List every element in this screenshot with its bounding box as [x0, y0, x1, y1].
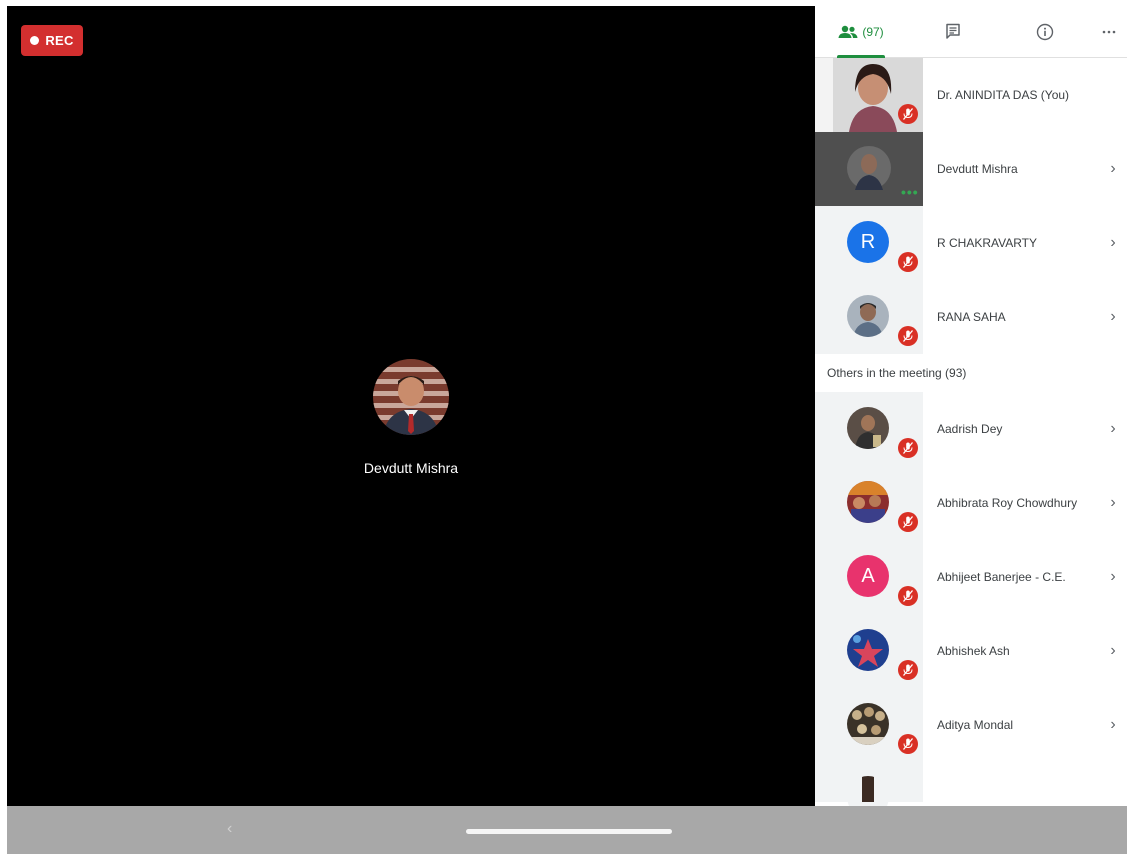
others-section-label: Others in the meeting (93)	[815, 354, 1127, 392]
recording-label: REC	[45, 33, 74, 48]
chevron-right-icon[interactable]: ›	[1099, 716, 1127, 734]
active-speaker: Devdutt Mishra	[337, 359, 485, 476]
meeting-window: REC Devdutt Mishra (97) Dr. ANINDITA DAS…	[7, 6, 1127, 806]
participant-name: R CHAKRAVARTY	[937, 236, 1038, 250]
participant-row[interactable]: Abhibrata Roy Chowdhury ›	[815, 466, 1127, 540]
participant-row[interactable]: Aditya Mondal ›	[815, 688, 1127, 762]
mic-off-icon	[898, 438, 918, 458]
participant-name: Dr. ANINDITA DAS (You)	[937, 88, 1070, 102]
more-icon	[1102, 30, 1116, 33]
participant-thumb	[815, 392, 923, 466]
participant-video-thumb	[815, 58, 923, 132]
avatar	[847, 295, 889, 337]
speaker-name: Devdutt Mishra	[363, 460, 459, 476]
avatar: R	[847, 221, 889, 263]
mic-off-icon	[898, 326, 918, 346]
avatar: A	[847, 555, 889, 597]
participant-name: Aadrish Dey	[937, 422, 1003, 436]
chevron-right-icon[interactable]: ›	[1099, 494, 1127, 512]
participant-thumb	[815, 614, 923, 688]
record-dot-icon	[30, 36, 40, 45]
avatar	[847, 776, 889, 806]
participant-name: Abhijeet Banerjee - C.E.	[937, 570, 1066, 584]
back-chevron-icon[interactable]: ‹	[227, 820, 232, 838]
participant-row[interactable]: Aadrish Dey ›	[815, 392, 1127, 466]
participant-video-thumb: •••	[815, 132, 923, 206]
participant-row[interactable]: R R CHAKRAVARTY ›	[815, 206, 1127, 280]
tab-people[interactable]: (97)	[815, 6, 907, 58]
participant-name: Abhishek Ash	[937, 644, 1010, 658]
participant-name: Devdutt Mishra	[937, 162, 1018, 176]
participant-thumb: R	[815, 206, 923, 280]
participant-row[interactable]: Abhishek Ash ›	[815, 614, 1127, 688]
chevron-right-icon[interactable]: ›	[1099, 420, 1127, 438]
participant-row[interactable]: RANA SAHA ›	[815, 280, 1127, 354]
avatar	[847, 703, 889, 745]
panel-tabs: (97)	[815, 6, 1127, 58]
mic-off-icon	[898, 586, 918, 606]
participant-name: RANA SAHA	[937, 310, 1006, 324]
participant-row-partial[interactable]	[815, 762, 1127, 806]
mic-off-icon	[898, 512, 918, 532]
mic-off-icon	[898, 104, 918, 124]
people-count: (97)	[862, 24, 884, 39]
participant-thumb	[815, 762, 923, 806]
chevron-right-icon[interactable]: ›	[1099, 308, 1127, 326]
tab-info[interactable]	[999, 6, 1091, 58]
participant-thumb	[815, 688, 923, 762]
participant-row[interactable]: ••• Devdutt Mishra ›	[815, 132, 1127, 206]
tab-chat[interactable]	[907, 6, 999, 58]
participant-thumb: A	[815, 540, 923, 614]
chevron-right-icon[interactable]: ›	[1099, 160, 1127, 178]
mic-off-icon	[898, 252, 918, 272]
avatar	[847, 629, 889, 671]
participant-name: Abhibrata Roy Chowdhury	[937, 496, 1078, 510]
chevron-right-icon[interactable]: ›	[1099, 642, 1127, 660]
avatar	[847, 407, 889, 449]
chat-icon	[946, 23, 960, 39]
participant-row[interactable]: Dr. ANINDITA DAS (You)	[815, 58, 1127, 132]
participants-panel: (97) Dr. ANINDITA DAS (You) ••• Devdutt …	[815, 6, 1127, 806]
mic-off-icon	[898, 660, 918, 680]
chevron-right-icon[interactable]: ›	[1099, 568, 1127, 586]
participant-row[interactable]: A Abhijeet Banerjee - C.E. ›	[815, 540, 1127, 614]
home-gesture-pill[interactable]	[466, 829, 672, 834]
participant-thumb	[815, 466, 923, 540]
more-options-button[interactable]	[1091, 6, 1127, 58]
chevron-right-icon[interactable]: ›	[1099, 234, 1127, 252]
main-video-stage[interactable]: REC Devdutt Mishra	[7, 6, 815, 806]
mic-off-icon	[898, 734, 918, 754]
system-navigation-bar: ‹	[7, 806, 1127, 854]
speaker-avatar	[373, 359, 449, 435]
info-icon	[1036, 23, 1054, 40]
speaking-indicator-icon: •••	[901, 184, 919, 200]
participant-name: Aditya Mondal	[937, 718, 1014, 732]
avatar	[847, 481, 889, 523]
recording-badge: REC	[21, 25, 83, 56]
people-icon	[838, 25, 858, 38]
participant-thumb	[815, 280, 923, 354]
